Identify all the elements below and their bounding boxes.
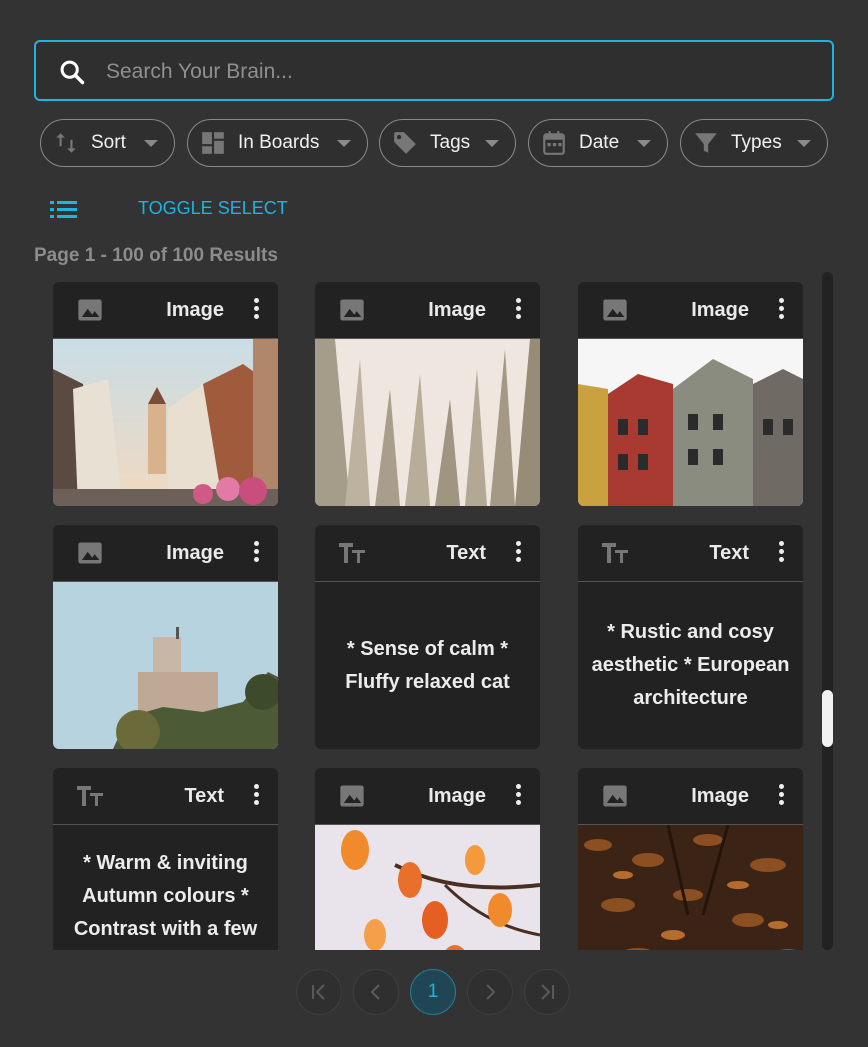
card-text-content: * Warm & inviting Autumn colours * Contr… xyxy=(73,852,258,940)
chevron-down-icon xyxy=(144,140,158,147)
image-icon xyxy=(603,299,627,321)
date-filter-button[interactable]: Date xyxy=(528,119,668,167)
card-header: Image xyxy=(578,768,803,825)
chevron-left-icon xyxy=(370,984,380,1000)
card-text[interactable]: Text * Warm & inviting Autumn colours * … xyxy=(53,768,278,950)
card-header: Image xyxy=(53,525,278,582)
card-image-thumbnail[interactable] xyxy=(578,825,803,950)
chevron-right-icon xyxy=(486,984,496,1000)
boards-icon xyxy=(202,132,224,154)
more-options-icon[interactable] xyxy=(252,541,260,565)
first-page-button[interactable] xyxy=(296,969,342,1015)
sort-label: Sort xyxy=(91,132,126,153)
card-image-thumbnail[interactable] xyxy=(53,339,278,506)
card-header: Image xyxy=(315,768,540,825)
text-icon xyxy=(602,543,628,563)
card-text-content: * Rustic and cosy aesthetic * European a… xyxy=(591,621,790,709)
first-page-icon xyxy=(312,984,325,1000)
more-options-icon[interactable] xyxy=(252,784,260,808)
more-options-icon[interactable] xyxy=(514,784,522,808)
card-type-label: Image xyxy=(166,542,224,564)
card-type-label: Image xyxy=(428,299,486,321)
text-icon xyxy=(339,543,365,563)
sort-filter-button[interactable]: Sort xyxy=(40,119,175,167)
card-text[interactable]: Text * Rustic and cosy aesthetic * Europ… xyxy=(578,525,803,749)
more-options-icon[interactable] xyxy=(514,541,522,565)
card-header: Text xyxy=(578,525,803,582)
card-type-label: Text xyxy=(184,785,224,807)
card-image[interactable]: Image xyxy=(315,768,540,950)
more-options-icon[interactable] xyxy=(777,298,785,322)
card-image-thumbnail[interactable] xyxy=(578,339,803,506)
chevron-down-icon xyxy=(797,140,811,147)
card-text[interactable]: Text * Sense of calm * Fluffy relaxed ca… xyxy=(315,525,540,749)
card-image-thumbnail[interactable] xyxy=(315,825,540,950)
chevron-down-icon xyxy=(485,140,499,147)
calendar-icon xyxy=(543,131,565,155)
filter-icon xyxy=(695,133,717,153)
page-number-button[interactable]: 1 xyxy=(410,969,456,1015)
card-type-label: Text xyxy=(446,542,486,564)
date-label: Date xyxy=(579,132,620,153)
card-type-label: Image xyxy=(691,785,749,807)
in-boards-filter-button[interactable]: In Boards xyxy=(187,119,368,167)
card-type-label: Text xyxy=(709,542,749,564)
more-options-icon[interactable] xyxy=(514,298,522,322)
card-image[interactable]: Image xyxy=(53,525,278,749)
tag-icon xyxy=(394,132,416,154)
last-page-button[interactable] xyxy=(524,969,570,1015)
last-page-icon xyxy=(541,984,554,1000)
previous-page-button[interactable] xyxy=(353,969,399,1015)
card-image-thumbnail[interactable] xyxy=(53,582,278,749)
more-options-icon[interactable] xyxy=(777,541,785,565)
results-grid: Image Image Image Image Text * Sense of … xyxy=(53,282,813,950)
card-image[interactable]: Image xyxy=(315,282,540,506)
card-type-label: Image xyxy=(166,299,224,321)
in-boards-label: In Boards xyxy=(238,132,320,153)
card-image[interactable]: Image xyxy=(53,282,278,506)
next-page-button[interactable] xyxy=(467,969,513,1015)
card-header: Image xyxy=(315,282,540,339)
card-image[interactable]: Image xyxy=(578,768,803,950)
card-header: Image xyxy=(578,282,803,339)
card-image[interactable]: Image xyxy=(578,282,803,506)
card-type-label: Image xyxy=(428,785,486,807)
tags-filter-button[interactable]: Tags xyxy=(379,119,516,167)
chevron-down-icon xyxy=(337,140,351,147)
image-icon xyxy=(340,299,364,321)
image-icon xyxy=(78,542,102,564)
card-text-content: * Sense of calm * Fluffy relaxed cat xyxy=(345,637,510,693)
card-header: Image xyxy=(53,282,278,339)
image-icon xyxy=(603,785,627,807)
chevron-down-icon xyxy=(637,140,651,147)
types-label: Types xyxy=(731,132,782,153)
scrollbar-track[interactable] xyxy=(822,272,833,950)
card-header: Text xyxy=(315,525,540,582)
search-bar[interactable] xyxy=(34,40,834,101)
more-options-icon[interactable] xyxy=(252,298,260,322)
scrollbar-thumb[interactable] xyxy=(822,690,833,747)
search-input[interactable] xyxy=(104,42,808,101)
text-icon xyxy=(77,786,103,806)
list-view-icon[interactable] xyxy=(48,196,80,224)
more-options-icon[interactable] xyxy=(777,784,785,808)
search-icon xyxy=(60,60,85,85)
image-icon xyxy=(78,299,102,321)
card-image-thumbnail[interactable] xyxy=(315,339,540,506)
sort-icon xyxy=(56,133,76,153)
card-header: Text xyxy=(53,768,278,825)
toggle-select-button[interactable]: TOGGLE SELECT xyxy=(138,198,288,219)
card-type-label: Image xyxy=(691,299,749,321)
image-icon xyxy=(340,785,364,807)
types-filter-button[interactable]: Types xyxy=(680,119,828,167)
results-summary: Page 1 - 100 of 100 Results xyxy=(34,245,278,266)
tags-label: Tags xyxy=(430,132,471,153)
